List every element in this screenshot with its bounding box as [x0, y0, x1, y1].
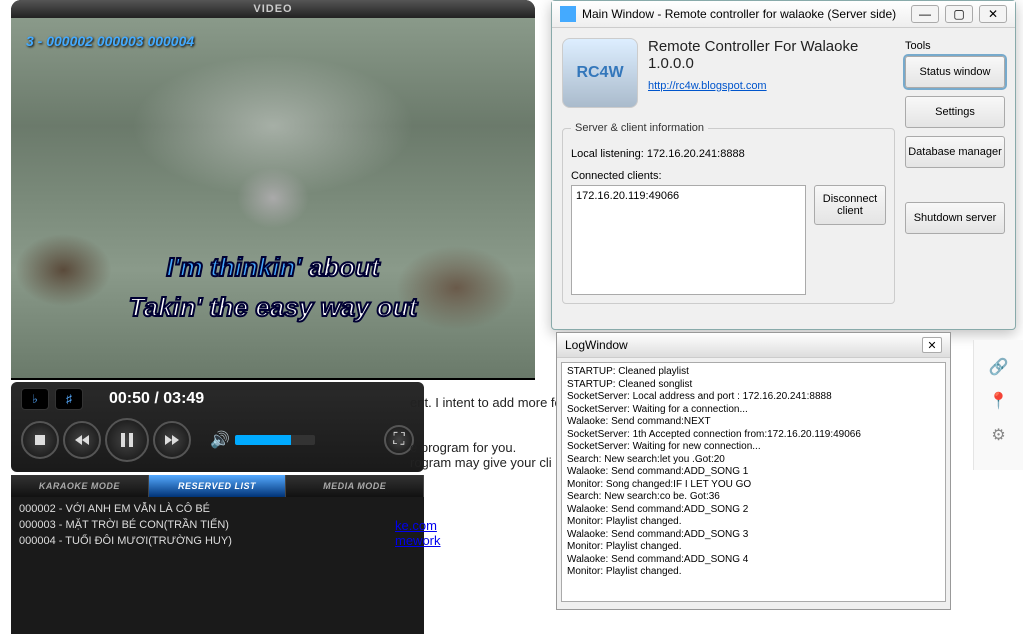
background-links: ke.com mework [395, 518, 441, 548]
reserved-list: 000002 - VỚI ANH EM VẪN LÀ CÔ BÉ 000003 … [11, 497, 424, 634]
prev-icon [73, 433, 91, 447]
video-window: VIDEO 3 - 000002 000003 000004 I'm think… [11, 0, 535, 380]
app-logo: RC4W [562, 38, 638, 108]
player-controls: ♭ ♯ 00:50 / 03:49 🔊 ⛶ [11, 382, 424, 472]
prev-button[interactable] [63, 421, 101, 459]
app-icon [560, 6, 576, 22]
side-toolbar: 🔗 📍 ⚙ [973, 340, 1023, 470]
volume-icon[interactable]: 🔊 [210, 430, 230, 450]
connected-clients-label: Connected clients: [571, 170, 886, 182]
connected-clients-list[interactable]: 172.16.20.119:49066 [571, 185, 806, 295]
volume-slider[interactable] [235, 435, 315, 445]
client-item[interactable]: 172.16.20.119:49066 [576, 190, 801, 202]
mode-tabs: KARAOKE MODE RESERVED LIST MEDIA MODE [11, 475, 424, 497]
disconnect-client-button[interactable]: Disconnect client [814, 185, 886, 225]
database-manager-button[interactable]: Database manager [905, 136, 1005, 168]
maximize-button[interactable]: ▢ [945, 5, 973, 23]
stop-icon [33, 433, 47, 447]
window-title: Main Window - Remote controller for wala… [582, 7, 911, 21]
video-screen[interactable]: 3 - 000002 000003 000004 I'm thinkin' ab… [11, 18, 535, 378]
minimize-button[interactable]: — [911, 5, 939, 23]
key-down-button[interactable]: ♭ [21, 388, 49, 410]
local-listening: Local listening: 172.16.20.241:8888 [571, 148, 886, 160]
gear-icon[interactable]: ⚙ [984, 420, 1014, 450]
next-button[interactable] [153, 421, 191, 459]
tools-label: Tools [905, 40, 1005, 52]
settings-button[interactable]: Settings [905, 96, 1005, 128]
queue-overlay: 3 - 000002 000003 000004 [26, 33, 194, 49]
video-window-title: VIDEO [11, 0, 535, 18]
pause-button[interactable] [105, 418, 149, 462]
server-info-label: Server & client information [571, 122, 708, 134]
list-item[interactable]: 000004 - TUỔI ĐÔI MƯƠI(TRƯỜNG HUY) [19, 533, 416, 549]
list-item[interactable]: 000003 - MẶT TRỜI BÉ CON(TRẦN TIẾN) [19, 517, 416, 533]
tab-karaoke-mode[interactable]: KARAOKE MODE [11, 475, 149, 497]
link-icon[interactable]: 🔗 [984, 352, 1014, 382]
karaoke-line-1: I'm thinkin' about [11, 252, 535, 283]
app-link[interactable]: http://rc4w.blogspot.com [648, 80, 767, 92]
log-titlebar[interactable]: LogWindow ✕ [557, 333, 950, 358]
stop-button[interactable] [21, 421, 59, 459]
bg-link-1[interactable]: ke.com [395, 518, 437, 533]
status-window-button[interactable]: Status window [905, 56, 1005, 88]
background-text: ent. I intent to add more fe e program f… [410, 395, 562, 470]
app-title: Remote Controller For Walaoke 1.0.0.0 [648, 38, 895, 72]
titlebar[interactable]: Main Window - Remote controller for wala… [552, 1, 1015, 28]
pause-icon [119, 432, 135, 448]
bg-link-2[interactable]: mework [395, 533, 441, 548]
log-close-button[interactable]: ✕ [922, 337, 942, 353]
log-window: LogWindow ✕ STARTUP: Cleaned playlist ST… [556, 332, 951, 610]
timecode: 00:50 / 03:49 [109, 390, 204, 408]
tab-reserved-list[interactable]: RESERVED LIST [149, 475, 287, 497]
server-info-group: Server & client information Local listen… [562, 122, 895, 304]
log-title: LogWindow [565, 338, 922, 352]
key-up-button[interactable]: ♯ [55, 388, 83, 410]
close-button[interactable]: ✕ [979, 5, 1007, 23]
log-textarea[interactable]: STARTUP: Cleaned playlist STARTUP: Clean… [561, 362, 946, 602]
tab-media-mode[interactable]: MEDIA MODE [286, 475, 424, 497]
video-background [11, 18, 535, 378]
tools-panel: Tools Status window Settings Database ma… [905, 38, 1005, 304]
main-window: Main Window - Remote controller for wala… [551, 0, 1016, 330]
karaoke-line-2: Takin' the easy way out [11, 292, 535, 323]
list-item[interactable]: 000002 - VỚI ANH EM VẪN LÀ CÔ BÉ [19, 501, 416, 517]
shutdown-server-button[interactable]: Shutdown server [905, 202, 1005, 234]
next-icon [163, 433, 181, 447]
location-icon[interactable]: 📍 [984, 386, 1014, 416]
